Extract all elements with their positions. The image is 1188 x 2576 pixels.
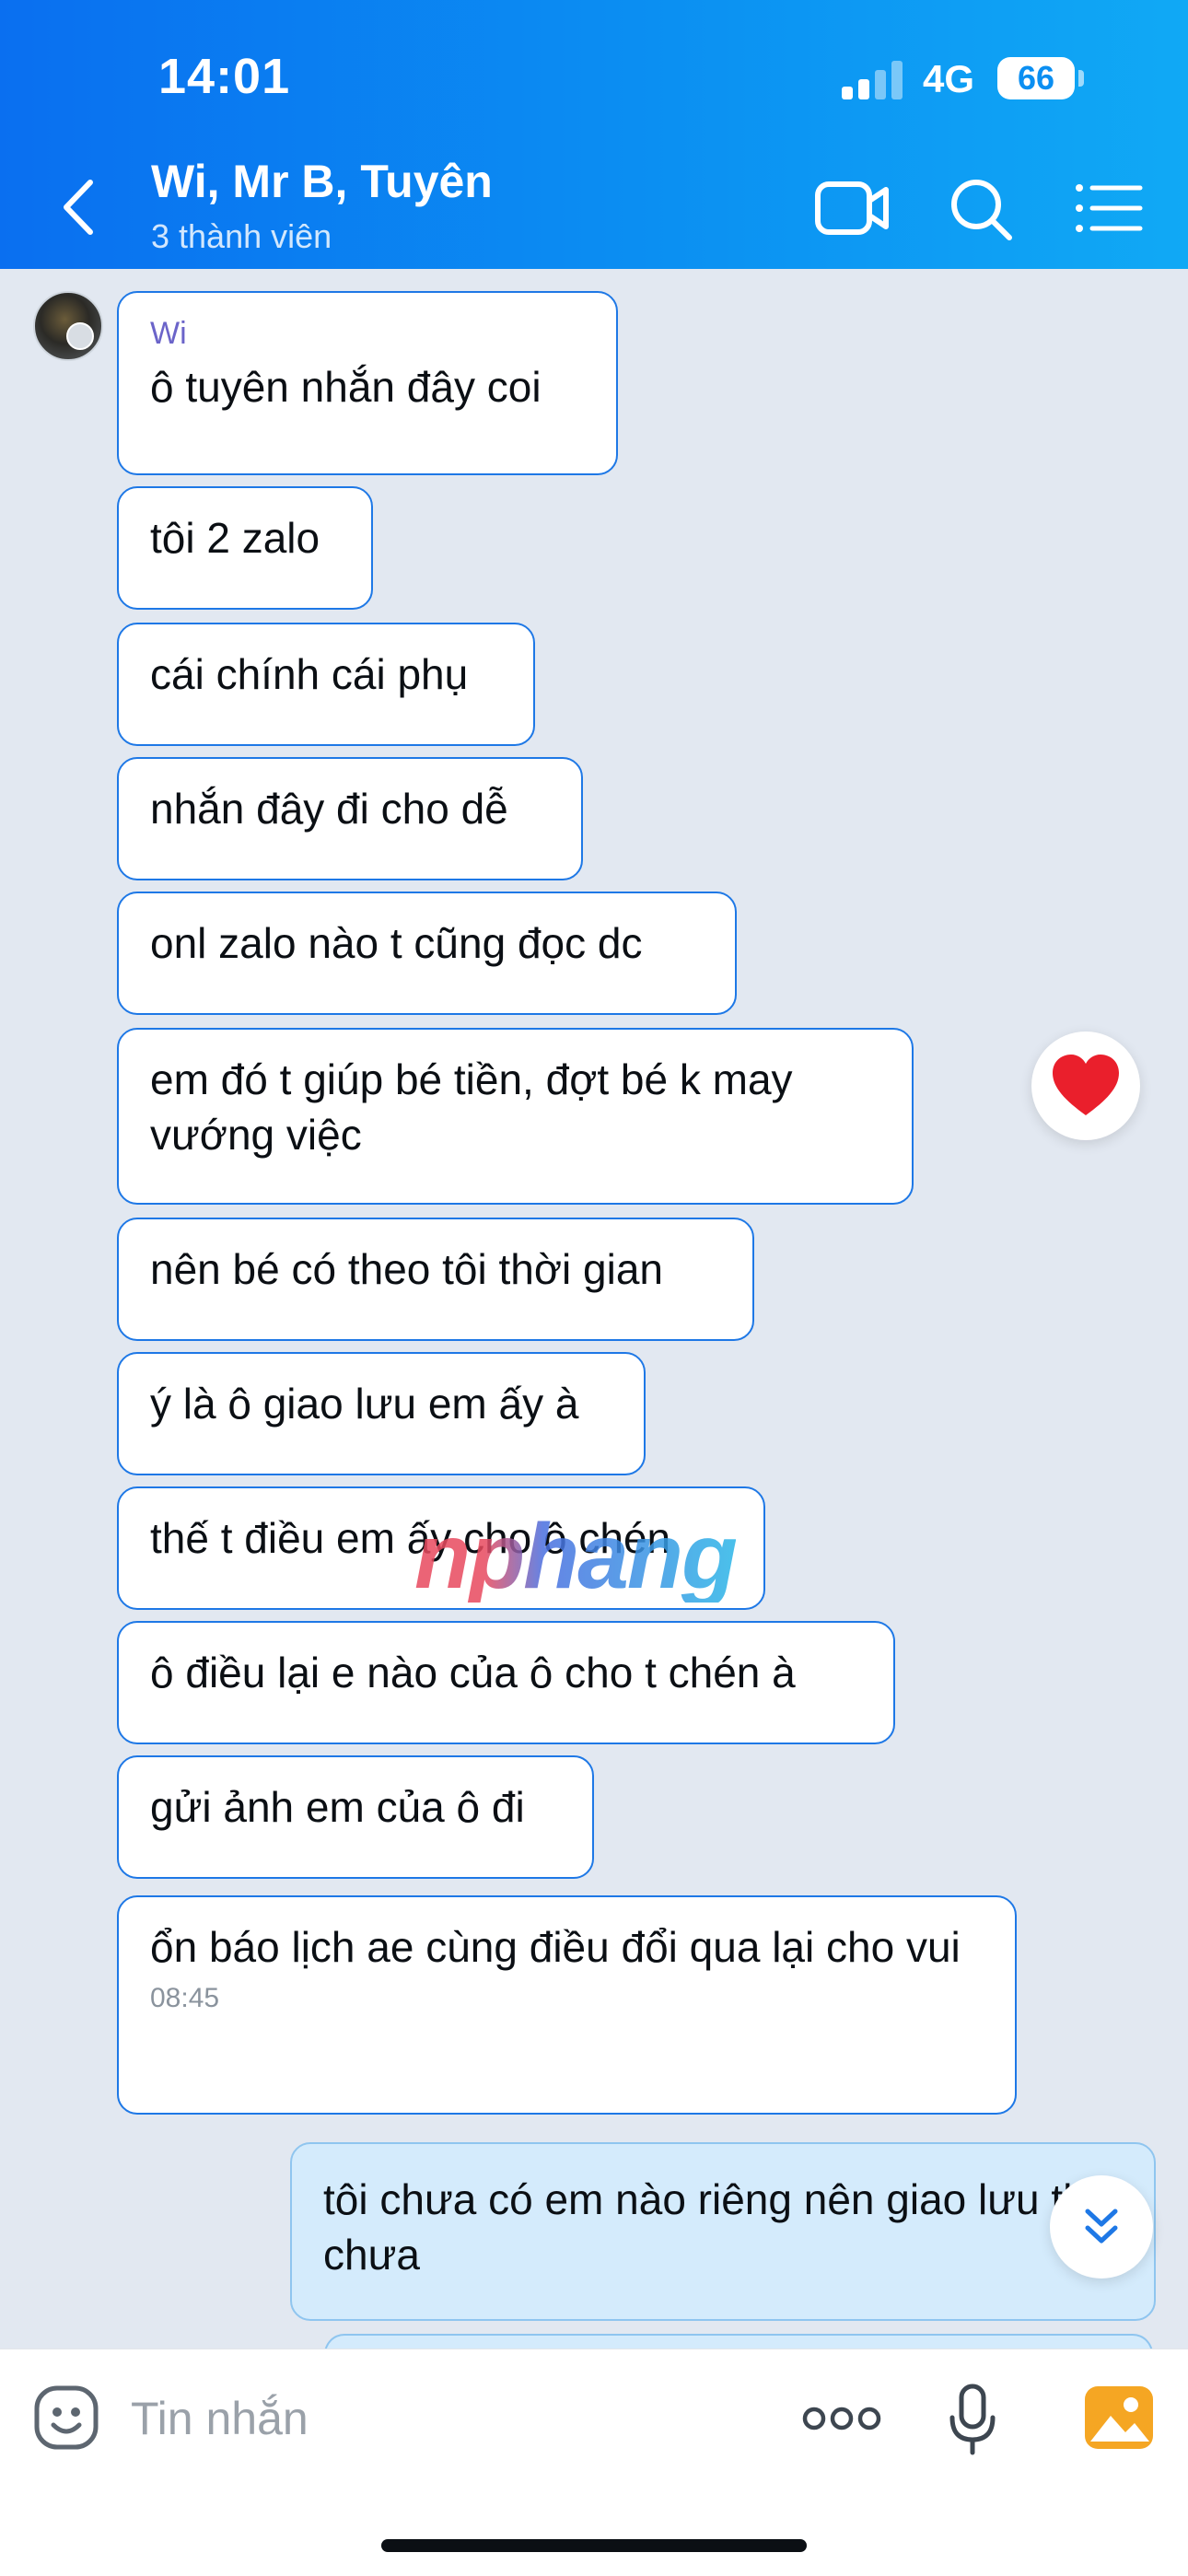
more-dots-icon xyxy=(802,2407,881,2430)
message-bubble[interactable]: ô điều lại e nào của ô cho t chén à xyxy=(117,1621,895,1744)
message-bubble[interactable]: em đó t giúp bé tiền, đợt bé k may vướng… xyxy=(117,1028,914,1205)
back-button[interactable] xyxy=(55,175,101,239)
my-message-bubble-partial[interactable] xyxy=(324,2334,1153,2349)
message-bubble[interactable]: cái chính cái phụ xyxy=(117,623,535,746)
message-text: ý là ô giao lưu em ấy à xyxy=(150,1380,579,1428)
image-button[interactable] xyxy=(1083,2384,1155,2451)
message-text: nên bé có theo tôi thời gian xyxy=(150,1245,664,1293)
home-indicator xyxy=(381,2539,807,2552)
video-call-icon xyxy=(815,181,889,235)
message-composer xyxy=(0,2349,1188,2576)
battery-cap xyxy=(1078,70,1084,87)
message-text: gửi ảnh em của ô đi xyxy=(150,1783,525,1831)
list-icon xyxy=(1076,184,1143,232)
scroll-to-bottom-button[interactable] xyxy=(1050,2175,1153,2279)
image-icon xyxy=(1085,2386,1153,2449)
double-chevron-down-icon xyxy=(1085,2209,1118,2244)
network-type: 4G xyxy=(923,57,975,100)
emoji-icon xyxy=(34,2385,99,2450)
message-text: em đó t giúp bé tiền, đợt bé k may vướng… xyxy=(150,1055,793,1159)
message-bubble[interactable]: nên bé có theo tôi thời gian xyxy=(117,1218,754,1341)
sender-name: Wi xyxy=(150,316,187,351)
heart-icon xyxy=(1053,1055,1119,1115)
avatar[interactable] xyxy=(33,291,103,361)
message-text: tôi chưa có em nào riêng nên giao lưu th… xyxy=(323,2175,1099,2279)
message-bubble[interactable]: nhắn đây đi cho dễ xyxy=(117,757,583,880)
message-text: ô điều lại e nào của ô cho t chén à xyxy=(150,1649,796,1696)
message-bubble[interactable]: thế t điều em ấy cho ô chén xyxy=(117,1486,765,1610)
microphone-icon xyxy=(949,2384,996,2455)
message-text: onl zalo nào t cũng đọc dc xyxy=(150,919,643,967)
message-text: nhắn đây đi cho dễ xyxy=(150,785,508,833)
message-bubble[interactable]: onl zalo nào t cũng đọc dc xyxy=(117,892,737,1015)
message-text: cái chính cái phụ xyxy=(150,650,469,698)
menu-button[interactable] xyxy=(1070,175,1147,241)
heart-reaction[interactable] xyxy=(1031,1032,1140,1140)
message-time: 08:45 xyxy=(150,1983,220,2013)
message-text: ổn báo lịch ae cùng điều đổi qua lại cho… xyxy=(150,1923,961,1971)
search-icon xyxy=(951,180,1012,240)
chat-header: 14:01 4G 66 Wi, Mr B, Tuyên 3 thành viên xyxy=(0,0,1188,269)
chat-title[interactable]: Wi, Mr B, Tuyên xyxy=(151,155,493,208)
video-call-button[interactable] xyxy=(814,175,891,241)
message-bubble[interactable]: tôi 2 zalo xyxy=(117,486,373,610)
message-bubble[interactable]: ý là ô giao lưu em ấy à xyxy=(117,1352,646,1475)
message-bubble[interactable]: Wi ô tuyên nhắn đây coi xyxy=(117,291,618,475)
more-button[interactable] xyxy=(799,2395,884,2442)
chevron-left-icon xyxy=(64,180,93,235)
status-time: 14:01 xyxy=(158,49,291,104)
emoji-button[interactable] xyxy=(33,2384,99,2451)
signal-icon xyxy=(842,61,904,99)
message-text: thế t điều em ấy cho ô chén xyxy=(150,1514,671,1562)
message-bubble[interactable]: ổn báo lịch ae cùng điều đổi qua lại cho… xyxy=(117,1895,1017,2115)
message-bubble[interactable]: gửi ảnh em của ô đi xyxy=(117,1755,594,1879)
message-list[interactable]: Wi ô tuyên nhắn đây coi tôi 2 zalo cái c… xyxy=(0,269,1188,2349)
message-input[interactable] xyxy=(129,2375,777,2462)
member-count[interactable]: 3 thành viên xyxy=(151,217,332,256)
search-button[interactable] xyxy=(943,175,1020,241)
message-text: tôi 2 zalo xyxy=(150,514,320,562)
message-text: ô tuyên nhắn đây coi xyxy=(150,363,542,411)
battery-icon: 66 xyxy=(997,57,1075,99)
voice-button[interactable] xyxy=(947,2383,998,2456)
my-message-bubble[interactable]: tôi chưa có em nào riêng nên giao lưu th… xyxy=(290,2142,1156,2321)
key-badge-icon xyxy=(66,322,94,350)
